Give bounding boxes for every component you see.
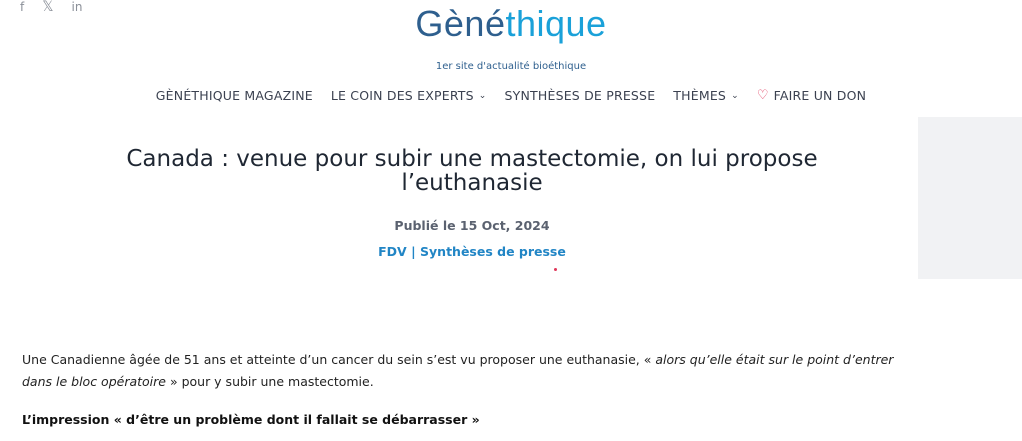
- logo-part-1: Gèné: [415, 3, 506, 44]
- article-title-line-2: l’euthanasie: [401, 170, 543, 196]
- sidebar-placeholder: [918, 117, 1022, 279]
- nav-item-experts[interactable]: LE COIN DES EXPERTS ⌄: [331, 88, 487, 103]
- paragraph-text-start: Une Canadienne âgée de 51 ans et atteint…: [22, 352, 656, 367]
- chevron-down-icon: ⌄: [731, 90, 739, 101]
- nav-item-label: THÈMES: [673, 88, 727, 103]
- article-title: Canada : venue pour subir une mastectomi…: [40, 147, 904, 195]
- article-paragraph: Une Canadienne âgée de 51 ans et atteint…: [22, 349, 902, 393]
- category-link[interactable]: Synthèses de presse: [420, 244, 566, 259]
- nav-item-themes[interactable]: THÈMES ⌄: [673, 88, 739, 103]
- site-logo[interactable]: Gènéthique: [0, 4, 1022, 44]
- article-meta: FDV | Synthèses de presse: [40, 244, 904, 259]
- article-title-line-1: Canada : venue pour subir une mastectomi…: [126, 146, 818, 172]
- nav-item-label: LE COIN DES EXPERTS: [330, 88, 474, 103]
- logo-part-2: thique: [505, 3, 607, 44]
- nav-item-magazine[interactable]: GÈNÉTHIQUE MAGAZINE: [156, 88, 313, 103]
- site-tagline: 1er site d'actualité bioéthique: [435, 61, 587, 72]
- meta-separator: |: [411, 244, 416, 259]
- nav-item-syntheses[interactable]: SYNTHÈSES DE PRESSE: [505, 88, 656, 103]
- main-navigation: GÈNÉTHIQUE MAGAZINE LE COIN DES EXPERTS …: [0, 88, 1022, 103]
- heart-icon: ♡: [756, 88, 769, 103]
- nav-item-label: SYNTHÈSES DE PRESSE: [504, 88, 656, 103]
- decorative-dot: [554, 268, 557, 271]
- paragraph-text-end: » pour y subir une mastectomie.: [165, 374, 374, 389]
- publish-date: Publié le 15 Oct, 2024: [394, 218, 550, 233]
- author-link[interactable]: FDV: [378, 244, 407, 259]
- nav-item-label: FAIRE UN DON: [773, 88, 867, 103]
- article-subheading: L’impression « d’être un problème dont i…: [22, 412, 480, 427]
- chevron-down-icon: ⌄: [478, 90, 487, 101]
- nav-item-donate[interactable]: ♡ FAIRE UN DON: [757, 88, 866, 103]
- nav-item-label: GÈNÉTHIQUE MAGAZINE: [155, 88, 313, 103]
